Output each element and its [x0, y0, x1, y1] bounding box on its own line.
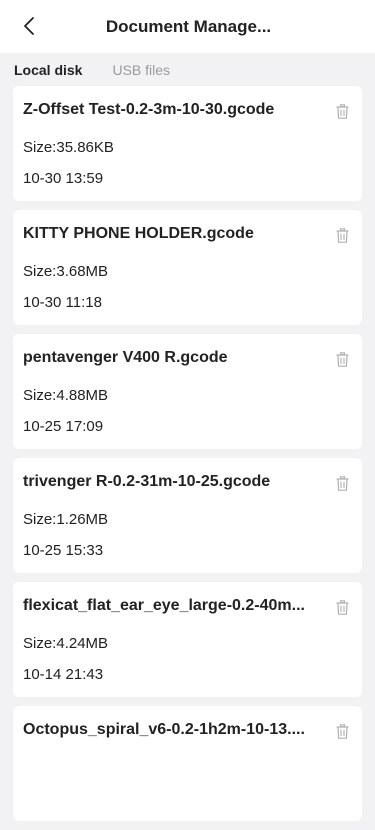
file-card[interactable]: Z-Offset Test-0.2-3m-10-30.gcode Size:35… [13, 86, 362, 201]
file-date: 10-25 17:09 [23, 418, 104, 435]
file-name: Octopus_spiral_v6-0.2-1h2m-10-13.... [23, 721, 305, 738]
file-date: 10-30 13:59 [23, 170, 104, 187]
file-name: pentavenger V400 R.gcode [23, 349, 228, 366]
file-card[interactable]: flexicat_flat_ear_eye_large-0.2-40m... S… [13, 582, 362, 697]
file-date: 10-30 11:18 [23, 294, 102, 311]
trash-icon [336, 723, 348, 739]
tab-usb-files[interactable]: USB files [112, 62, 170, 78]
delete-file-button[interactable] [334, 226, 350, 244]
delete-file-button[interactable] [334, 598, 350, 616]
file-size: Size:35.86KB [23, 139, 114, 156]
file-size: Size:1.26MB [23, 511, 109, 528]
file-list: Z-Offset Test-0.2-3m-10-30.gcode Size:35… [13, 86, 362, 830]
delete-file-button[interactable] [334, 350, 350, 368]
tab-local-disk[interactable]: Local disk [14, 62, 82, 78]
trash-icon [336, 227, 348, 243]
file-size: Size:4.24MB [23, 635, 109, 652]
file-size: Size:4.88MB [23, 387, 109, 404]
page-title: Document Manage... [105, 17, 272, 36]
trash-icon [336, 475, 348, 491]
delete-file-button[interactable] [334, 722, 350, 740]
file-size: Size:3.68MB [23, 263, 109, 280]
trash-icon [336, 599, 348, 615]
file-card[interactable]: trivenger R-0.2-31m-10-25.gcode Size:1.2… [13, 458, 362, 573]
delete-file-button[interactable] [334, 474, 350, 492]
file-name: flexicat_flat_ear_eye_large-0.2-40m... [23, 597, 305, 614]
file-name: Z-Offset Test-0.2-3m-10-30.gcode [23, 101, 275, 118]
delete-file-button[interactable] [334, 102, 350, 120]
file-card[interactable]: Octopus_spiral_v6-0.2-1h2m-10-13.... [13, 706, 362, 821]
file-card[interactable]: KITTY PHONE HOLDER.gcode Size:3.68MB 10-… [13, 210, 362, 325]
file-date: 10-14 21:43 [23, 666, 104, 683]
file-card[interactable]: pentavenger V400 R.gcode Size:4.88MB 10-… [13, 334, 362, 449]
top-bar: Document Manage... [0, 0, 375, 53]
file-name: trivenger R-0.2-31m-10-25.gcode [23, 473, 271, 490]
storage-tabs: Local disk USB files [0, 53, 375, 87]
file-date: 10-25 15:33 [23, 542, 104, 559]
trash-icon [336, 351, 348, 367]
trash-icon [336, 103, 348, 119]
file-name: KITTY PHONE HOLDER.gcode [23, 225, 254, 242]
